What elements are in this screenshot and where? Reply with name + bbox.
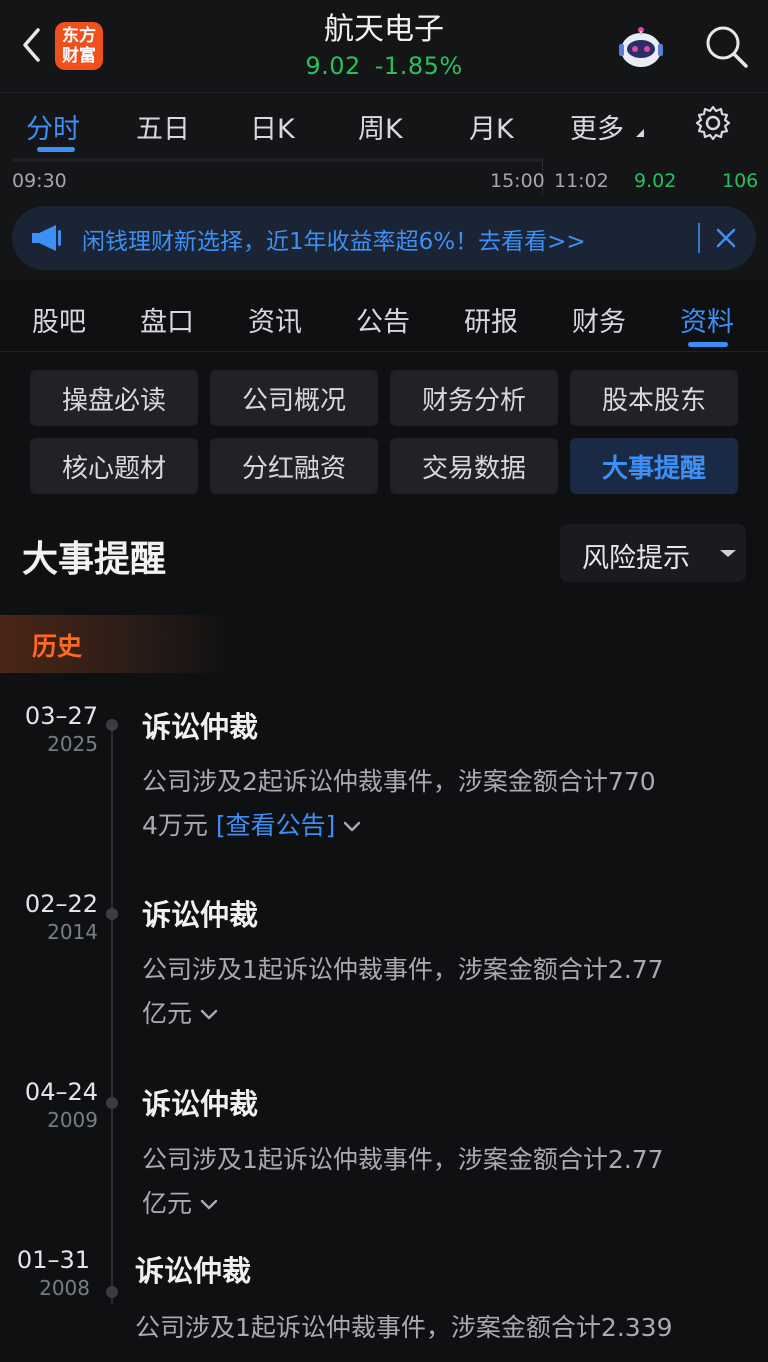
event-desc-line1: 公司涉及2起诉讼仲裁事件，涉案金额合计770 bbox=[142, 767, 656, 796]
event-title: 诉讼仲裁 bbox=[142, 898, 259, 932]
event-desc-line2: 亿元 bbox=[142, 1189, 193, 1218]
chip-core-themes[interactable]: 核心题材 bbox=[30, 438, 198, 494]
event-desc-line1: 公司涉及1起诉讼仲裁事件，涉案金额合计2.339 bbox=[135, 1313, 673, 1342]
chip-dividends-financing[interactable]: 分红融资 bbox=[210, 438, 378, 494]
page: 东方 财富 航天电子 9.02 -1.85% 分时 五日 日K 周K 月K 更多… bbox=[0, 0, 768, 1362]
strip-start-time: 09:30 bbox=[12, 170, 67, 192]
event-desc-line2: 4万元 bbox=[142, 811, 208, 840]
tab-finance[interactable]: 财务 bbox=[572, 300, 626, 339]
event-title: 诉讼仲裁 bbox=[142, 710, 259, 744]
active-info-tab-indicator bbox=[688, 342, 728, 347]
chip-company-overview[interactable]: 公司概况 bbox=[210, 370, 378, 426]
tab-monthly-k[interactable]: 月K bbox=[469, 107, 514, 146]
logo-text-1: 东方 bbox=[62, 26, 96, 46]
top-header: 东方 财富 航天电子 9.02 -1.85% bbox=[0, 0, 768, 92]
timeline-line bbox=[111, 724, 113, 1304]
search-icon[interactable] bbox=[702, 22, 750, 70]
tab-profile[interactable]: 资料 bbox=[680, 300, 734, 339]
event-description: 公司涉及1起诉讼仲裁事件，涉案金额合计2.77 亿元 bbox=[142, 1138, 732, 1226]
event-date: 01–31 bbox=[16, 1246, 90, 1274]
promo-banner-area: 闲钱理财新选择，近1年收益率超6%！去看看>> bbox=[0, 194, 768, 280]
banner-separator bbox=[698, 223, 700, 253]
promo-banner-text: 闲钱理财新选择，近1年收益率超6%！去看看>> bbox=[82, 229, 586, 255]
stock-quote: 9.02 -1.85% bbox=[234, 50, 534, 82]
event-desc-line1: 公司涉及1起诉讼仲裁事件，涉案金额合计2.77 bbox=[142, 955, 664, 984]
event-description: 公司涉及2起诉讼仲裁事件，涉案金额合计770 4万元 [查看公告] bbox=[142, 760, 732, 848]
back-button[interactable] bbox=[14, 22, 50, 68]
tab-daily-k[interactable]: 日K bbox=[250, 107, 295, 146]
strip-current-time: 11:02 bbox=[554, 170, 609, 192]
timeline-dot bbox=[106, 719, 118, 731]
tab-more[interactable]: 更多 bbox=[570, 107, 624, 146]
strip-volume: 106 bbox=[722, 170, 759, 192]
caret-down-icon bbox=[720, 550, 736, 557]
event-date: 02–22 bbox=[24, 890, 98, 918]
section-title: 大事提醒 bbox=[22, 539, 167, 580]
tab-announcements[interactable]: 公告 bbox=[356, 300, 410, 339]
tab-intraday[interactable]: 分时 bbox=[26, 107, 80, 146]
chip-shareholders[interactable]: 股本股东 bbox=[570, 370, 738, 426]
chevron-down-icon[interactable] bbox=[200, 1199, 218, 1211]
event-desc-line2: 亿元 bbox=[142, 999, 193, 1028]
event-year: 2009 bbox=[47, 1108, 98, 1132]
strip-track bbox=[12, 158, 542, 162]
info-tabs: 股吧 盘口 资讯 公告 研报 财务 资料 bbox=[0, 290, 768, 352]
more-caret-icon bbox=[636, 129, 644, 137]
tab-guba[interactable]: 股吧 bbox=[32, 300, 86, 339]
settings-gear-icon[interactable] bbox=[694, 104, 732, 142]
robot-assistant-icon[interactable] bbox=[614, 22, 668, 72]
event-title: 诉讼仲裁 bbox=[135, 1254, 252, 1288]
chip-trading-must-read[interactable]: 操盘必读 bbox=[30, 370, 198, 426]
event-date: 04–24 bbox=[24, 1078, 98, 1106]
promo-banner[interactable]: 闲钱理财新选择，近1年收益率超6%！去看看>> bbox=[12, 206, 756, 270]
event-title: 诉讼仲裁 bbox=[142, 1087, 259, 1121]
strip-end-time: 15:00 bbox=[490, 170, 545, 192]
back-arrow-icon bbox=[23, 28, 40, 62]
logo-text-2: 财富 bbox=[62, 46, 96, 66]
tab-research[interactable]: 研报 bbox=[464, 300, 518, 339]
chart-period-tabs: 分时 五日 日K 周K 月K 更多 bbox=[0, 92, 768, 158]
chip-financial-analysis[interactable]: 财务分析 bbox=[390, 370, 558, 426]
time-strip: 09:30 15:00 11:02 9.02 106 bbox=[0, 158, 768, 194]
chevron-down-icon[interactable] bbox=[343, 821, 361, 833]
timeline-dot bbox=[106, 908, 118, 920]
stock-change: -1.85% bbox=[374, 52, 463, 80]
event-desc-line1: 公司涉及1起诉讼仲裁事件，涉案金额合计2.77 bbox=[142, 1145, 664, 1174]
megaphone-icon bbox=[32, 225, 61, 251]
tab-weekly-k[interactable]: 周K bbox=[358, 107, 403, 146]
tab-five-day[interactable]: 五日 bbox=[136, 107, 190, 146]
active-tab-indicator bbox=[37, 147, 75, 152]
app-logo[interactable]: 东方 财富 bbox=[55, 22, 103, 70]
tab-news[interactable]: 资讯 bbox=[248, 300, 302, 339]
chevron-down-icon[interactable] bbox=[200, 1009, 218, 1021]
event-desc-line2-wrap: 亿元 bbox=[142, 1182, 732, 1226]
event-year: 2025 bbox=[47, 732, 98, 756]
event-description: 公司涉及1起诉讼仲裁事件，涉案金额合计2.339 bbox=[135, 1306, 735, 1350]
event-description: 公司涉及1起诉讼仲裁事件，涉案金额合计2.77 亿元 bbox=[142, 948, 732, 1036]
stock-title-block: 航天电子 9.02 -1.85% bbox=[234, 10, 534, 82]
strip-current-price: 9.02 bbox=[634, 170, 677, 192]
event-date: 03–27 bbox=[24, 702, 98, 730]
stock-price: 9.02 bbox=[305, 52, 361, 80]
event-desc-line2-wrap: 4万元 [查看公告] bbox=[142, 804, 732, 848]
history-label: 历史 bbox=[32, 632, 83, 661]
chip-trading-data[interactable]: 交易数据 bbox=[390, 438, 558, 494]
event-year: 2014 bbox=[47, 920, 98, 944]
timeline-dot bbox=[106, 1097, 118, 1109]
view-announcement-link[interactable]: [查看公告] bbox=[216, 811, 336, 840]
stock-name: 航天电子 bbox=[324, 12, 444, 47]
chip-major-events[interactable]: 大事提醒 bbox=[570, 438, 738, 494]
history-tag: 历史 bbox=[0, 615, 236, 673]
close-icon[interactable] bbox=[712, 224, 740, 252]
risk-filter-dropdown[interactable]: 风险提示 bbox=[560, 524, 746, 582]
timeline-dot bbox=[106, 1286, 118, 1298]
event-year: 2008 bbox=[39, 1276, 90, 1300]
filter-label: 风险提示 bbox=[582, 543, 690, 574]
tab-pankou[interactable]: 盘口 bbox=[140, 300, 194, 339]
event-desc-line2-wrap: 亿元 bbox=[142, 992, 732, 1036]
